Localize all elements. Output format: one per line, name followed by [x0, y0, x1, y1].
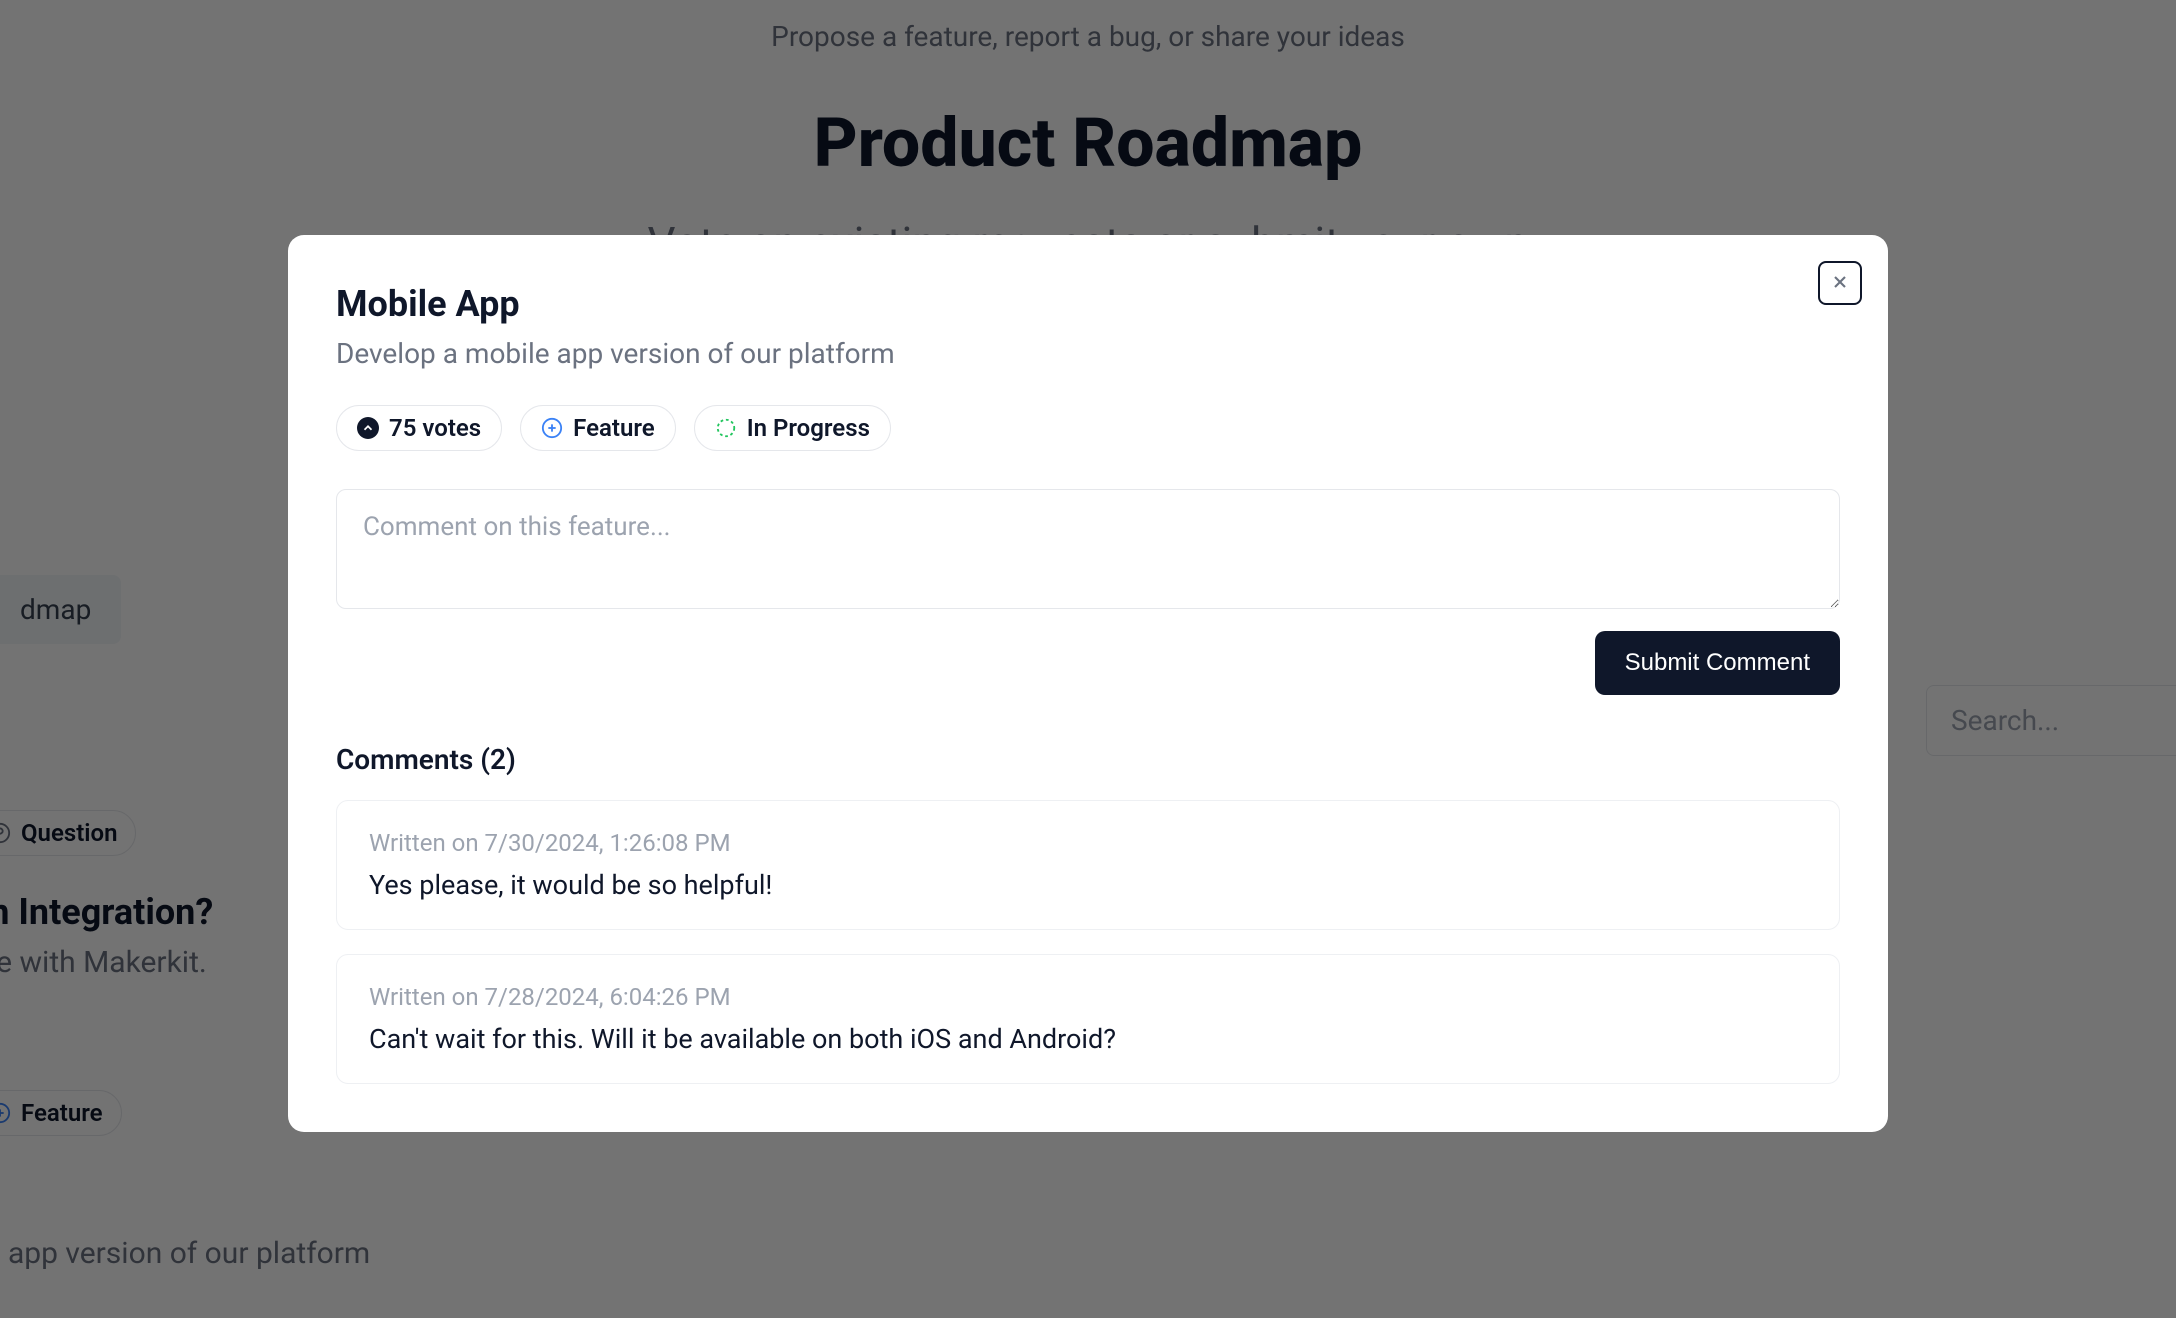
modal-subtitle: Develop a mobile app version of our plat… — [336, 337, 1840, 370]
type-badge: Feature — [520, 405, 676, 451]
type-label: Feature — [573, 414, 655, 442]
comment-item: Written on 7/28/2024, 6:04:26 PM Can't w… — [336, 954, 1840, 1084]
close-button[interactable] — [1818, 261, 1862, 305]
modal-title: Mobile App — [336, 283, 1840, 325]
plus-circle-icon — [541, 417, 563, 439]
votes-badge[interactable]: 75 votes — [336, 405, 502, 451]
votes-label: 75 votes — [389, 414, 481, 442]
status-label: In Progress — [747, 414, 870, 442]
chevron-up-icon — [357, 417, 379, 439]
status-badge: In Progress — [694, 405, 891, 451]
comment-body: Can't wait for this. Will it be availabl… — [369, 1023, 1807, 1055]
submit-comment-button[interactable]: Submit Comment — [1595, 631, 1840, 695]
comment-body: Yes please, it would be so helpful! — [369, 869, 1807, 901]
close-icon — [1830, 272, 1850, 295]
comment-item: Written on 7/30/2024, 1:26:08 PM Yes ple… — [336, 800, 1840, 930]
feature-detail-modal: Mobile App Develop a mobile app version … — [288, 235, 1888, 1132]
comment-timestamp: Written on 7/28/2024, 6:04:26 PM — [369, 983, 1807, 1011]
badge-row: 75 votes Feature — [336, 405, 1840, 451]
comments-heading: Comments (2) — [336, 743, 1840, 776]
comment-input[interactable] — [336, 489, 1840, 609]
progress-icon — [715, 417, 737, 439]
comment-timestamp: Written on 7/30/2024, 1:26:08 PM — [369, 829, 1807, 857]
modal-overlay[interactable]: Mobile App Develop a mobile app version … — [0, 0, 2176, 1318]
